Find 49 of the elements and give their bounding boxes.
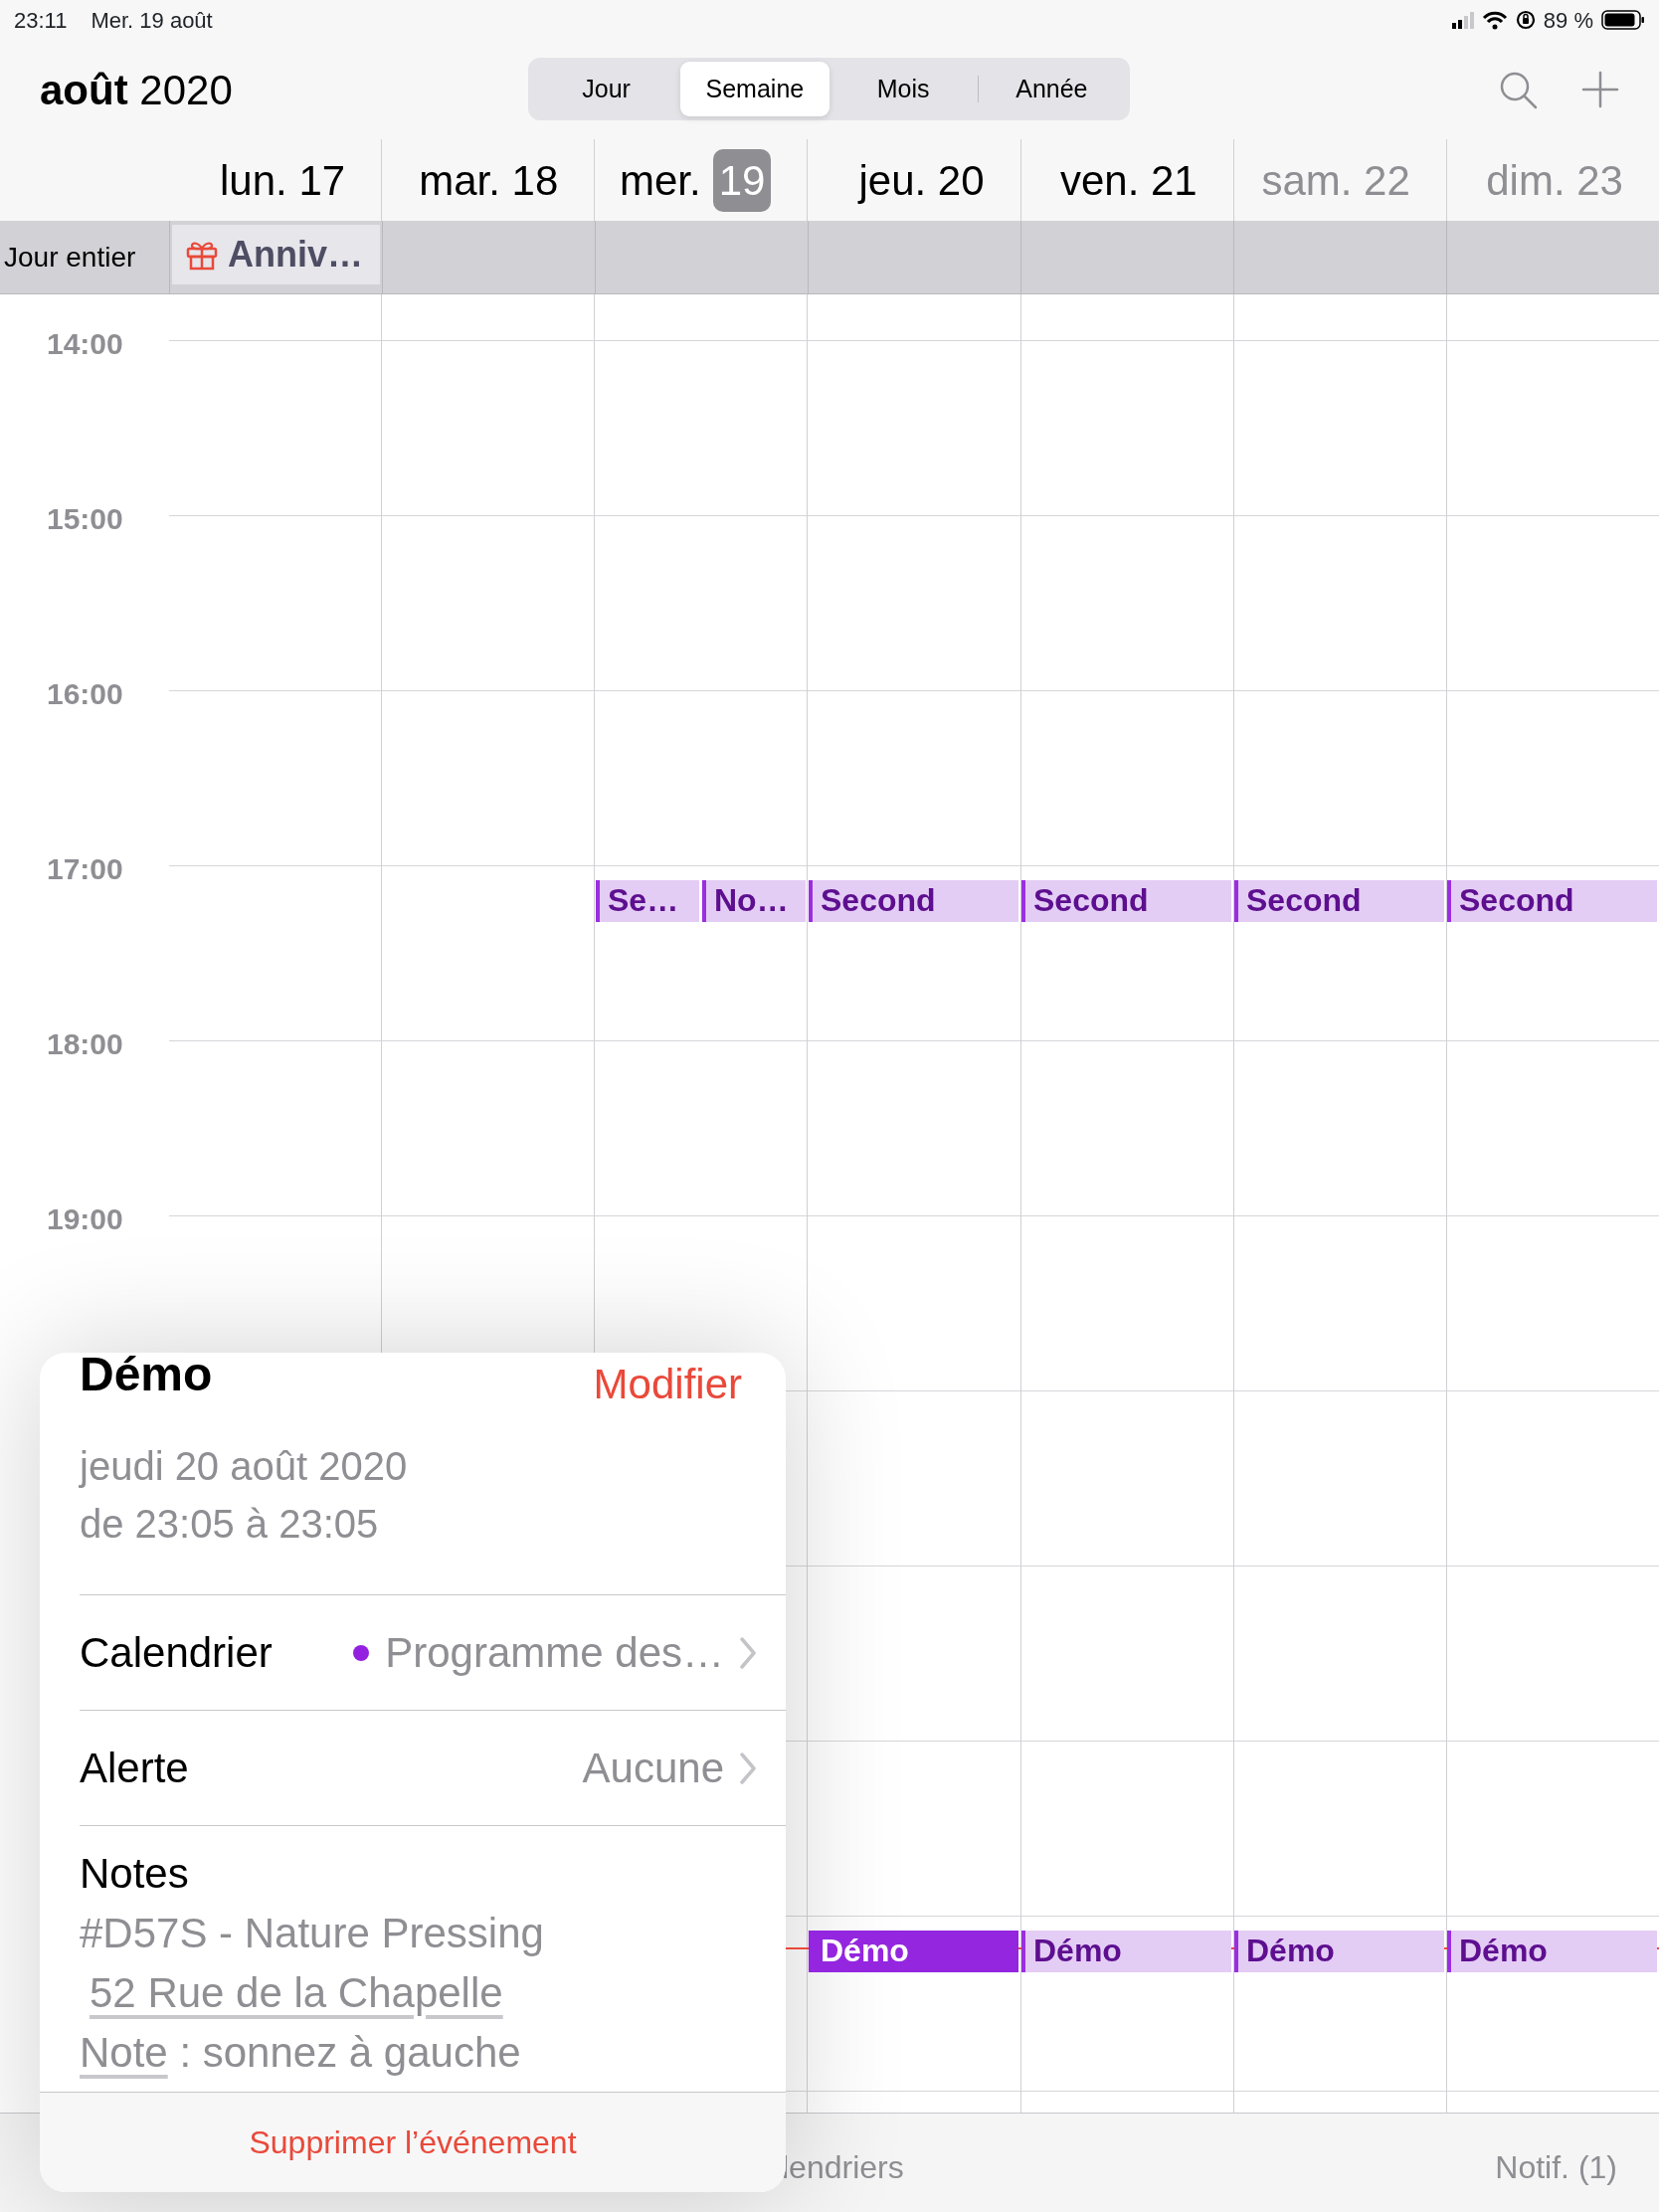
- hour-label: 16:00: [47, 676, 123, 712]
- day-header[interactable]: lun. 17: [220, 148, 346, 212]
- calendar-event[interactable]: Second: [809, 879, 1018, 922]
- event-date: de 23:05 à 23:05: [80, 1501, 380, 1548]
- note-text: : sonnez à gauche: [178, 2029, 521, 2076]
- event-date: jeudi 20 août 2020: [80, 1443, 409, 1490]
- notes-label: Notes: [80, 1849, 190, 1899]
- calendar-event[interactable]: Se…: [596, 879, 699, 922]
- day-header[interactable]: mer.: [620, 148, 701, 212]
- battery-percentage: 89 %: [1543, 6, 1593, 35]
- hour-label: 18:00: [47, 1026, 123, 1062]
- row-label: Alerte: [80, 1744, 189, 1793]
- event-title: Démo: [80, 1353, 213, 1402]
- all-day-label: Jour entier: [3, 240, 137, 275]
- calendar-event[interactable]: Second: [1234, 879, 1444, 922]
- status-time: 23:11: [14, 6, 68, 35]
- day-header[interactable]: ven. 21: [1059, 148, 1198, 212]
- calendar-event[interactable]: Second: [1021, 879, 1231, 922]
- row-label: Calendrier: [80, 1628, 273, 1678]
- today-date-badge: 19: [712, 148, 772, 212]
- signal-icon: [1451, 11, 1474, 29]
- add-icon[interactable]: [1581, 71, 1619, 108]
- calendar-event[interactable]: Démo: [1021, 1930, 1231, 1972]
- hour-label: 17:00: [47, 851, 123, 887]
- note-text: #D57S - Nature Pressing: [80, 1910, 544, 1956]
- day-header[interactable]: jeu. 20: [858, 148, 985, 212]
- calendar-event[interactable]: Démo: [1234, 1930, 1444, 1972]
- battery-icon: [1601, 10, 1645, 30]
- day-header[interactable]: mar. 18: [419, 148, 559, 212]
- calendar-event[interactable]: Démo: [809, 1930, 1018, 1972]
- hour-label: 15:00: [47, 501, 123, 537]
- calendar-event[interactable]: Démo: [1447, 1930, 1657, 1972]
- wifi-icon: [1481, 10, 1508, 30]
- view-tab[interactable]: Année: [977, 62, 1126, 116]
- chevron-right-icon: [740, 1751, 756, 1784]
- status-date: Mer. 19 août: [91, 6, 213, 35]
- hour-label: 14:00: [47, 326, 123, 362]
- view-tab[interactable]: Jour: [532, 62, 681, 116]
- chevron-right-icon: [740, 1636, 756, 1669]
- view-tab[interactable]: Mois: [829, 62, 978, 116]
- rotation-lock-icon: [1515, 10, 1536, 30]
- all-day-event[interactable]: Anniv…: [172, 225, 380, 284]
- month-title: août 2020: [40, 65, 233, 115]
- search-icon[interactable]: [1498, 70, 1538, 109]
- hour-label: 19:00: [47, 1201, 123, 1237]
- calendar-event[interactable]: No…: [702, 879, 806, 922]
- edit-button[interactable]: Modifier: [593, 1353, 742, 1415]
- view-tab[interactable]: Semaine: [680, 62, 830, 116]
- calendar-event[interactable]: Second: [1447, 879, 1657, 922]
